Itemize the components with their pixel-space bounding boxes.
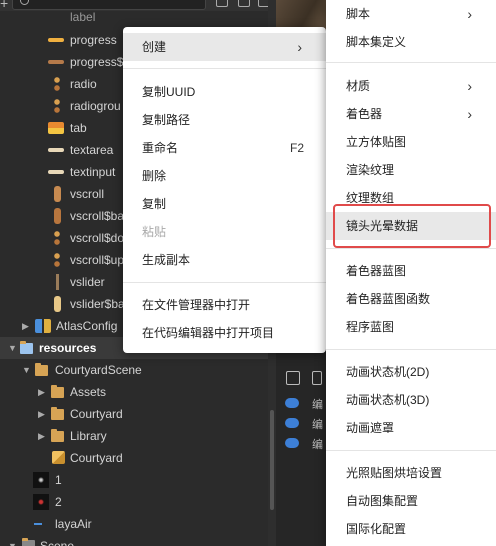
chevron-right-icon: › <box>297 39 302 55</box>
vslider-bar-skin-icon <box>54 296 61 312</box>
vscroll-up-skin-icon <box>54 253 60 267</box>
menu-divider <box>123 68 326 69</box>
scene-icon <box>22 538 35 546</box>
menu-item-copy-path[interactable]: 复制路径 <box>123 106 326 134</box>
menu-item-duplicate[interactable]: 生成副本 <box>123 246 326 274</box>
node-icon <box>285 438 299 448</box>
scene-preview-image <box>276 0 326 30</box>
tree-item[interactable]: ▼ CourtyardScene <box>0 359 268 381</box>
chevron-right-icon: › <box>467 78 472 94</box>
menu-divider <box>326 349 496 350</box>
expand-arrow-icon[interactable]: ▶ <box>38 403 45 425</box>
submenu-item-animation-mask[interactable]: 动画遮罩 <box>326 414 496 442</box>
submenu-item-program-blueprint[interactable]: 程序蓝图 <box>326 313 496 341</box>
textinput-skin-icon <box>48 170 64 174</box>
expand-arrow-icon[interactable]: ▶ <box>38 381 45 403</box>
submenu-item-shader-blueprint-function[interactable]: 着色器蓝图函数 <box>326 285 496 313</box>
menu-divider <box>123 282 326 283</box>
submenu-item-render-texture[interactable]: 渲染纹理 <box>326 156 496 184</box>
menu-item-open-in-code-editor[interactable]: 在代码编辑器中打开项目 <box>123 319 326 347</box>
vscroll-down-skin-icon <box>54 231 60 245</box>
node-icon <box>285 418 299 428</box>
image-thumbnail-icon <box>34 523 42 525</box>
folder-icon <box>51 407 64 420</box>
menu-item-rename[interactable]: 重命名 F2 <box>123 134 326 162</box>
tree-item[interactable]: layaAir <box>0 513 268 535</box>
image-thumbnail-icon <box>33 472 49 488</box>
scene-cube-icon <box>52 451 65 464</box>
progress-bar-skin-icon <box>48 60 64 64</box>
menu-divider <box>326 450 496 451</box>
menu-divider <box>326 62 496 63</box>
node-icon <box>285 398 299 408</box>
menu-divider <box>326 248 496 249</box>
folder-icon <box>20 341 33 354</box>
chevron-right-icon: › <box>467 6 472 22</box>
menu-item-paste[interactable]: 粘贴 <box>123 218 326 246</box>
collapse-arrow-icon[interactable]: ▼ <box>22 359 31 381</box>
submenu-item-i18n-config[interactable]: 国际化配置 <box>326 515 496 543</box>
collapse-arrow-icon[interactable]: ▼ <box>8 337 17 359</box>
vscroll-bar-skin-icon <box>54 208 61 224</box>
copy-icon[interactable] <box>312 371 322 385</box>
radiogroup-skin-icon <box>54 99 60 113</box>
tree-item[interactable]: ▶ Courtyard <box>0 403 268 425</box>
menu-item-copy-uuid[interactable]: 复制UUID <box>123 78 326 106</box>
tree-item[interactable]: ▶ Library <box>0 425 268 447</box>
folder-icon <box>51 385 64 398</box>
tree-item[interactable]: label <box>0 6 268 28</box>
highlight-annotation <box>333 204 491 248</box>
submenu-item-cubemap[interactable]: 立方体贴图 <box>326 128 496 156</box>
create-submenu: 脚本 › 脚本集定义 材质 › 着色器 › 立方体贴图 渲染纹理 纹理数组 镜头… <box>326 0 496 546</box>
tree-item[interactable]: Courtyard <box>0 447 268 469</box>
folder-icon <box>51 429 64 442</box>
menu-item-delete[interactable]: 删除 <box>123 162 326 190</box>
folder-icon <box>35 363 48 376</box>
submenu-item-lightmap-bake-settings[interactable]: 光照贴图烘培设置 <box>326 459 496 487</box>
image-thumbnail-icon <box>33 494 49 510</box>
tree-item[interactable]: ▶ Assets <box>0 381 268 403</box>
tree-item[interactable]: 2 <box>0 491 268 513</box>
collapse-arrow-icon[interactable]: ▼ <box>8 535 17 546</box>
submenu-item-script[interactable]: 脚本 › <box>326 0 496 28</box>
vscroll-skin-icon <box>54 186 61 202</box>
chevron-right-icon: › <box>467 106 472 122</box>
tree-item[interactable]: 1 <box>0 469 268 491</box>
radio-skin-icon <box>54 77 60 91</box>
expand-arrow-icon[interactable]: ▶ <box>22 315 29 337</box>
menu-item-open-in-file-manager[interactable]: 在文件管理器中打开 <box>123 291 326 319</box>
menu-item-create[interactable]: 创建 › <box>123 33 326 61</box>
vslider-skin-icon <box>56 274 59 290</box>
textarea-skin-icon <box>48 148 64 152</box>
submenu-item-shader-blueprint[interactable]: 着色器蓝图 <box>326 257 496 285</box>
atlas-config-icon <box>35 319 51 333</box>
menu-item-copy[interactable]: 复制 <box>123 190 326 218</box>
submenu-item-script-set[interactable]: 脚本集定义 <box>326 28 496 56</box>
lock-icon[interactable] <box>286 371 300 385</box>
context-menu: 创建 › 复制UUID 复制路径 重命名 F2 删除 复制 粘贴 生成副本 在文… <box>123 27 326 353</box>
submenu-item-animator-2d[interactable]: 动画状态机(2D) <box>326 358 496 386</box>
tree-item[interactable]: ▼ Scene <box>0 535 268 546</box>
submenu-item-material[interactable]: 材质 › <box>326 72 496 100</box>
submenu-item-auto-atlas-config[interactable]: 自动图集配置 <box>326 487 496 515</box>
submenu-item-shader[interactable]: 着色器 › <box>326 100 496 128</box>
expand-arrow-icon[interactable]: ▶ <box>38 425 45 447</box>
tab-skin-icon <box>48 122 64 134</box>
tree-scrollbar-thumb[interactable] <box>270 410 274 510</box>
submenu-item-animator-3d[interactable]: 动画状态机(3D) <box>326 386 496 414</box>
progress-skin-icon <box>48 38 64 42</box>
